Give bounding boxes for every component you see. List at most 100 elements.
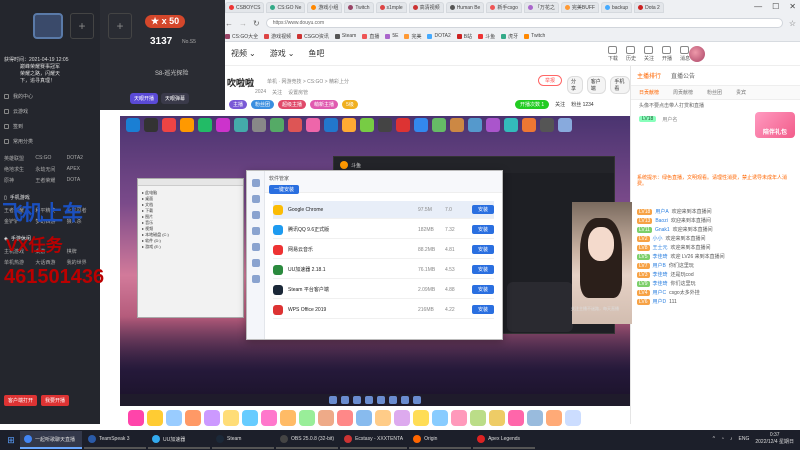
- profile-button-1[interactable]: 天眼开播: [130, 93, 159, 104]
- category-link[interactable]: 棋牌: [67, 248, 96, 255]
- desktop-app-icon[interactable]: [216, 118, 230, 132]
- category-link[interactable]: 大话西游: [35, 259, 64, 266]
- subtab[interactable]: 贵宾: [736, 89, 746, 96]
- bookmark-item[interactable]: 完美: [404, 31, 421, 41]
- start-broadcast-button[interactable]: 我要开播: [41, 395, 70, 406]
- nav-broadcast[interactable]: 开播: [662, 46, 672, 62]
- desktop-app-icon[interactable]: [504, 118, 518, 132]
- tab-notice[interactable]: 直播公告: [671, 71, 695, 80]
- taskbar-app[interactable]: OBS 25.0.8 (32-bit): [276, 431, 339, 449]
- nav-item-yuba[interactable]: 鱼吧: [308, 48, 324, 59]
- desktop-app-icon[interactable]: [252, 118, 266, 132]
- category-link[interactable]: APEX: [67, 166, 96, 173]
- chat-username[interactable]: Baozi: [655, 218, 668, 224]
- left-menu-item[interactable]: 我的中心: [4, 89, 96, 104]
- gift-icon[interactable]: [356, 410, 372, 426]
- desktop-app-icon[interactable]: [198, 118, 212, 132]
- taskbar-app[interactable]: UU加速器: [148, 431, 210, 449]
- desktop-app-icon[interactable]: [558, 118, 572, 132]
- report-button[interactable]: 举报: [538, 75, 563, 86]
- gift-icon[interactable]: [413, 410, 429, 426]
- gift-icon[interactable]: [147, 410, 163, 426]
- browser-tab[interactable]: CSBOYCS: [225, 2, 265, 13]
- gift-icon[interactable]: [185, 410, 201, 426]
- browser-tab[interactable]: backup: [600, 2, 633, 13]
- gift-icon[interactable]: [565, 410, 581, 426]
- taskbar-app[interactable]: TeamSpeak 3: [84, 431, 146, 449]
- bookmark-item[interactable]: 直播: [362, 31, 379, 41]
- gift-icon[interactable]: [394, 410, 410, 426]
- left-menu-item[interactable]: 云游戏: [4, 104, 96, 119]
- chat-username[interactable]: Gnak1: [655, 227, 670, 233]
- bookmark-item[interactable]: 5E: [385, 31, 398, 41]
- share-button[interactable]: 分享: [567, 76, 583, 94]
- desktop-app-icon[interactable]: [522, 118, 536, 132]
- bookmark-item[interactable]: Twitch: [524, 31, 545, 41]
- desktop-app-icon[interactable]: [270, 118, 284, 132]
- nav-item-video[interactable]: 视频 ⌄: [231, 48, 256, 59]
- browser-tab[interactable]: Human Be: [445, 2, 485, 13]
- gift-icon[interactable]: [242, 410, 258, 426]
- minimize-icon[interactable]: —: [754, 2, 762, 11]
- bookmark-item[interactable]: Steam: [334, 31, 356, 41]
- gift-icon[interactable]: [470, 410, 486, 426]
- browser-tab[interactable]: Twitch: [344, 2, 374, 13]
- desktop-app-icon[interactable]: [234, 118, 248, 132]
- tab-ranking[interactable]: 主播排行: [637, 71, 661, 80]
- taskbar-app[interactable]: Apex Legends: [473, 431, 536, 449]
- chat-username[interactable]: 用户B: [653, 263, 666, 269]
- chat-username[interactable]: 小小: [653, 236, 663, 242]
- gift-icon[interactable]: [527, 410, 543, 426]
- bookmark-item[interactable]: 斗鱼: [478, 31, 495, 41]
- category-link[interactable]: 永劫无间: [35, 166, 64, 173]
- left-menu-item[interactable]: 签到: [4, 119, 96, 134]
- gift-icon[interactable]: [128, 410, 144, 426]
- desktop-app-icon[interactable]: [378, 118, 392, 132]
- chat-username[interactable]: 用户D: [653, 299, 667, 305]
- bookmark-item[interactable]: 虎牙: [501, 31, 518, 41]
- browser-tab[interactable]: 游戏小组: [307, 2, 343, 13]
- gift-icon[interactable]: [337, 410, 353, 426]
- browser-tab[interactable]: 新手csgo: [486, 2, 522, 13]
- client-button[interactable]: 客户端: [586, 76, 607, 94]
- forward-icon[interactable]: →: [239, 19, 247, 28]
- category-link[interactable]: DOTA2: [67, 155, 96, 162]
- gift-icon[interactable]: [280, 410, 296, 426]
- gift-icon[interactable]: [508, 410, 524, 426]
- subtab[interactable]: 日贡献榜: [639, 89, 659, 96]
- chat-username[interactable]: 王士元: [653, 245, 668, 251]
- desktop-app-icon[interactable]: [342, 118, 356, 132]
- category-link[interactable]: 绝地求生: [4, 166, 33, 173]
- desktop-app-icon[interactable]: [450, 118, 464, 132]
- nav-item-games[interactable]: 游戏 ⌄: [270, 48, 295, 59]
- maximize-icon[interactable]: ☐: [772, 2, 779, 11]
- desktop-app-icon[interactable]: [432, 118, 446, 132]
- tray-chevron-icon[interactable]: ^: [713, 436, 715, 442]
- chat-username[interactable]: 用户A: [655, 209, 668, 215]
- category-link[interactable]: 王者荣耀: [35, 177, 64, 184]
- chat-username[interactable]: 李佳琦: [653, 272, 668, 278]
- gift-icon[interactable]: [375, 410, 391, 426]
- gift-icon[interactable]: [166, 410, 182, 426]
- left-menu-item[interactable]: 常用分类: [4, 134, 96, 149]
- desktop-app-icon[interactable]: [144, 118, 158, 132]
- plus-icon[interactable]: +: [70, 13, 94, 39]
- taskbar-app[interactable]: Steam: [212, 431, 274, 449]
- browser-tab[interactable]: CS:GO Ne: [266, 2, 306, 13]
- volume-icon[interactable]: ♪: [730, 436, 733, 442]
- browser-tab[interactable]: Dota 2: [634, 2, 664, 13]
- star-icon[interactable]: ☆: [789, 19, 796, 28]
- category-link[interactable]: 原神: [4, 177, 33, 184]
- desktop-app-icon[interactable]: [126, 118, 140, 132]
- desktop-app-icon[interactable]: [288, 118, 302, 132]
- desktop-app-icon[interactable]: [540, 118, 554, 132]
- back-icon[interactable]: ←: [225, 19, 233, 28]
- gift-icon[interactable]: [223, 410, 239, 426]
- bookmark-item[interactable]: 游戏视频: [264, 31, 291, 41]
- gift-ad[interactable]: 陪伴礼包: [755, 112, 795, 138]
- desktop-app-icon[interactable]: [324, 118, 338, 132]
- desktop-app-icon[interactable]: [162, 118, 176, 132]
- input-language[interactable]: ENG: [739, 436, 750, 442]
- plus-icon[interactable]: +: [108, 13, 132, 39]
- subtab[interactable]: 粉丝团: [707, 89, 722, 96]
